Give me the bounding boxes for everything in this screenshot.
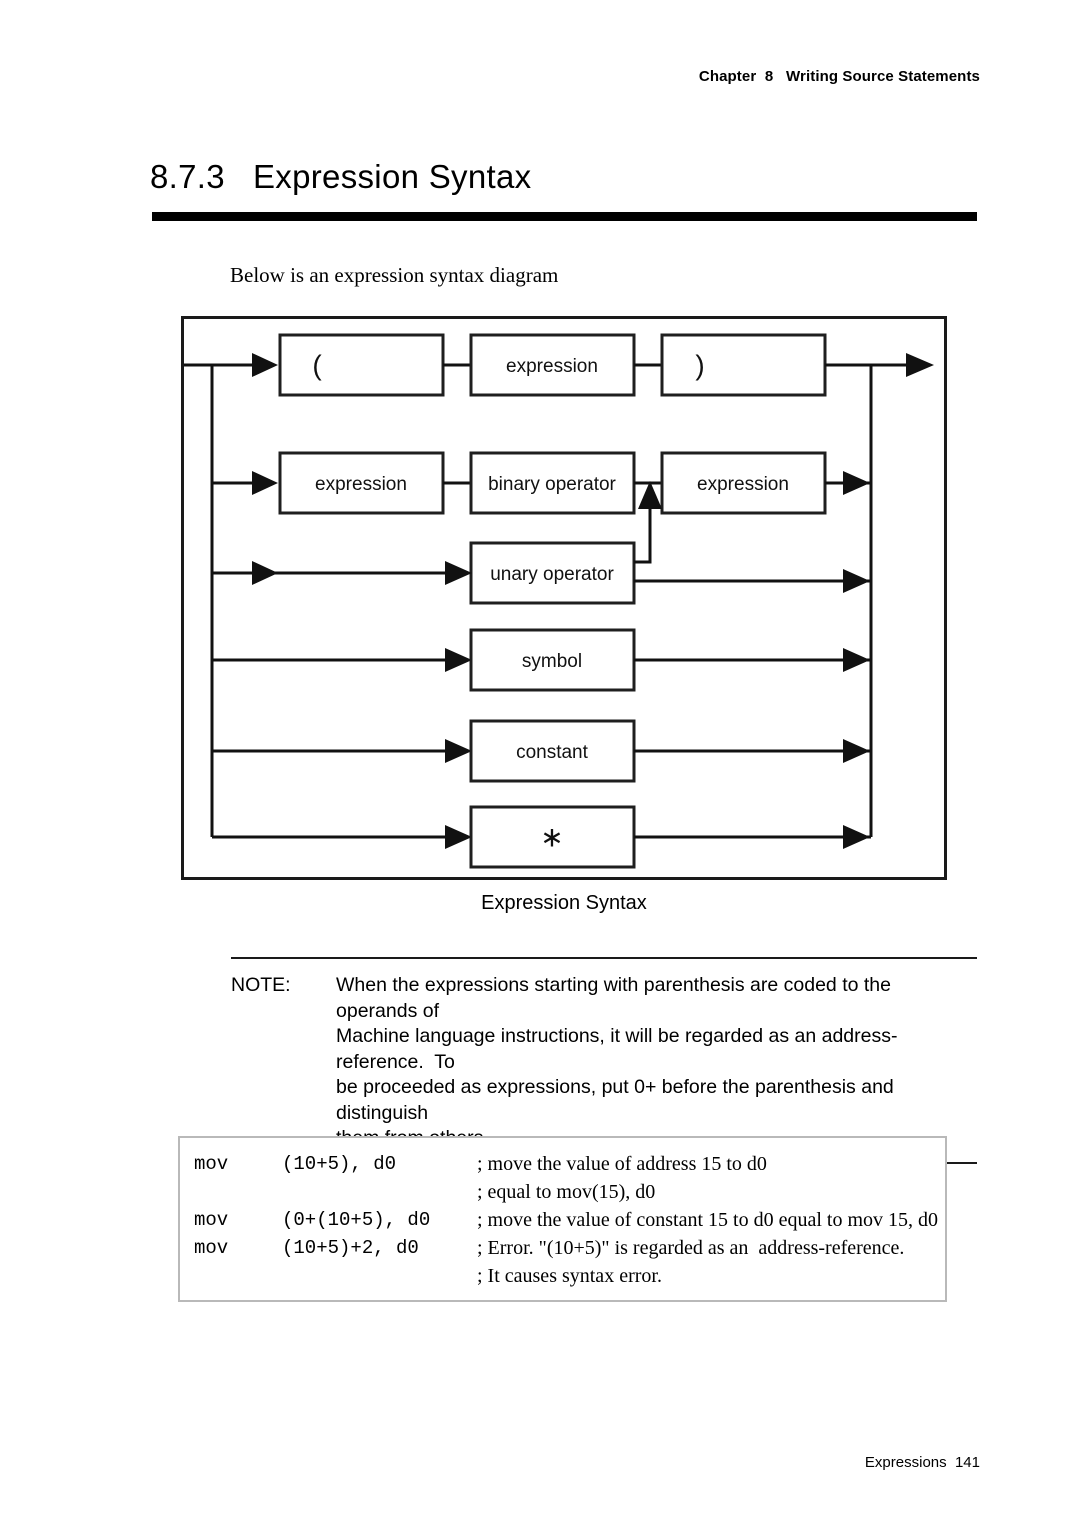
code-operand: (10+5), d0 [282,1153,397,1175]
code-mnemonic: mov [194,1209,229,1231]
note-label: NOTE: [231,974,291,996]
code-comment-group: ; move the value of address 15 to d0 ; e… [477,1150,945,1206]
row2-exit-arrowhead [843,471,870,495]
row6-arrowhead [445,825,472,849]
section-number: 8.7.3 [150,158,225,195]
table-row: mov (10+5)+2, d0 ; Error. "(10+5)" is re… [180,1234,945,1290]
code-comment: ; equal to mov(15), d0 [477,1181,656,1203]
row3-exit-arrowhead [843,569,870,593]
unary-feedback-line [634,509,652,564]
code-comment: ; move the value of constant 15 to d0 eq… [477,1209,939,1231]
code-mnemonic: mov [194,1153,229,1175]
node-constant-label: constant [516,742,589,763]
code-operand: (10+5)+2, d0 [282,1237,419,1259]
node-close-paren-label: ) [695,349,704,380]
note-text: When the expressions starting with paren… [336,973,977,1152]
node-open-paren-label: ( [312,349,322,380]
expression-syntax-diagram: ( expression ) expression binary operato… [181,316,947,880]
code-comment: ; It causes syntax error. [477,1265,662,1287]
note-line: be proceeded as expressions, put 0+ befo… [336,1076,900,1124]
note-block: NOTE: When the expressions starting with… [231,957,977,1164]
row2-arrowhead [252,471,278,495]
note-line: When the expressions starting with paren… [336,974,897,1022]
code-comment-group: ; Error. "(10+5)" is regarded as an addr… [477,1234,945,1290]
row5-arrowhead [445,739,472,763]
code-operand: (0+(10+5), d0 [282,1209,431,1231]
code-mnemonic: mov [194,1237,229,1259]
page-title: 8.7.3 Expression Syntax [150,158,980,196]
page-footer: Expressions 141 [864,1454,980,1471]
row1-arrowhead [252,353,278,377]
row6-exit-arrowhead [843,825,870,849]
node-close-paren-box [660,333,827,397]
table-row: mov (10+5), d0 ; move the value of addre… [180,1150,945,1206]
section-title: Expression Syntax [253,158,532,195]
node-expression-3-label: expression [697,474,789,495]
note-line: Machine language instructions, it will b… [336,1025,898,1073]
figure-caption: Expression Syntax [481,892,647,914]
exit-arrowhead [906,353,934,377]
running-head: Chapter 8 Writing Source Statements [698,68,980,85]
row4-exit-arrowhead [843,648,870,672]
node-symbol-label: symbol [522,651,582,672]
intro-text: Below is an expression syntax diagram [230,263,559,287]
code-comment: ; move the value of address 15 to d0 [477,1153,767,1175]
node-asterisk-label: ∗ [540,821,563,852]
node-open-paren-box [278,333,445,397]
row3-box-arrowhead [445,561,472,585]
code-comment: ; Error. "(10+5)" is regarded as an addr… [477,1237,905,1259]
example-code-table: mov (10+5), d0 ; move the value of addre… [178,1136,947,1302]
node-unary-operator-label: unary operator [490,564,614,585]
table-row: mov (0+(10+5), d0 ; move the value of co… [180,1206,945,1234]
row5-exit-arrowhead [843,739,870,763]
node-expression-2-label: expression [315,474,407,495]
unary-feedback-arrowhead [638,481,662,509]
row4-arrowhead [445,648,472,672]
code-comment-group: ; move the value of constant 15 to d0 eq… [477,1206,945,1234]
node-expression-1-label: expression [506,356,598,377]
title-rule [152,212,977,221]
node-binary-operator-label: binary operator [488,474,616,495]
